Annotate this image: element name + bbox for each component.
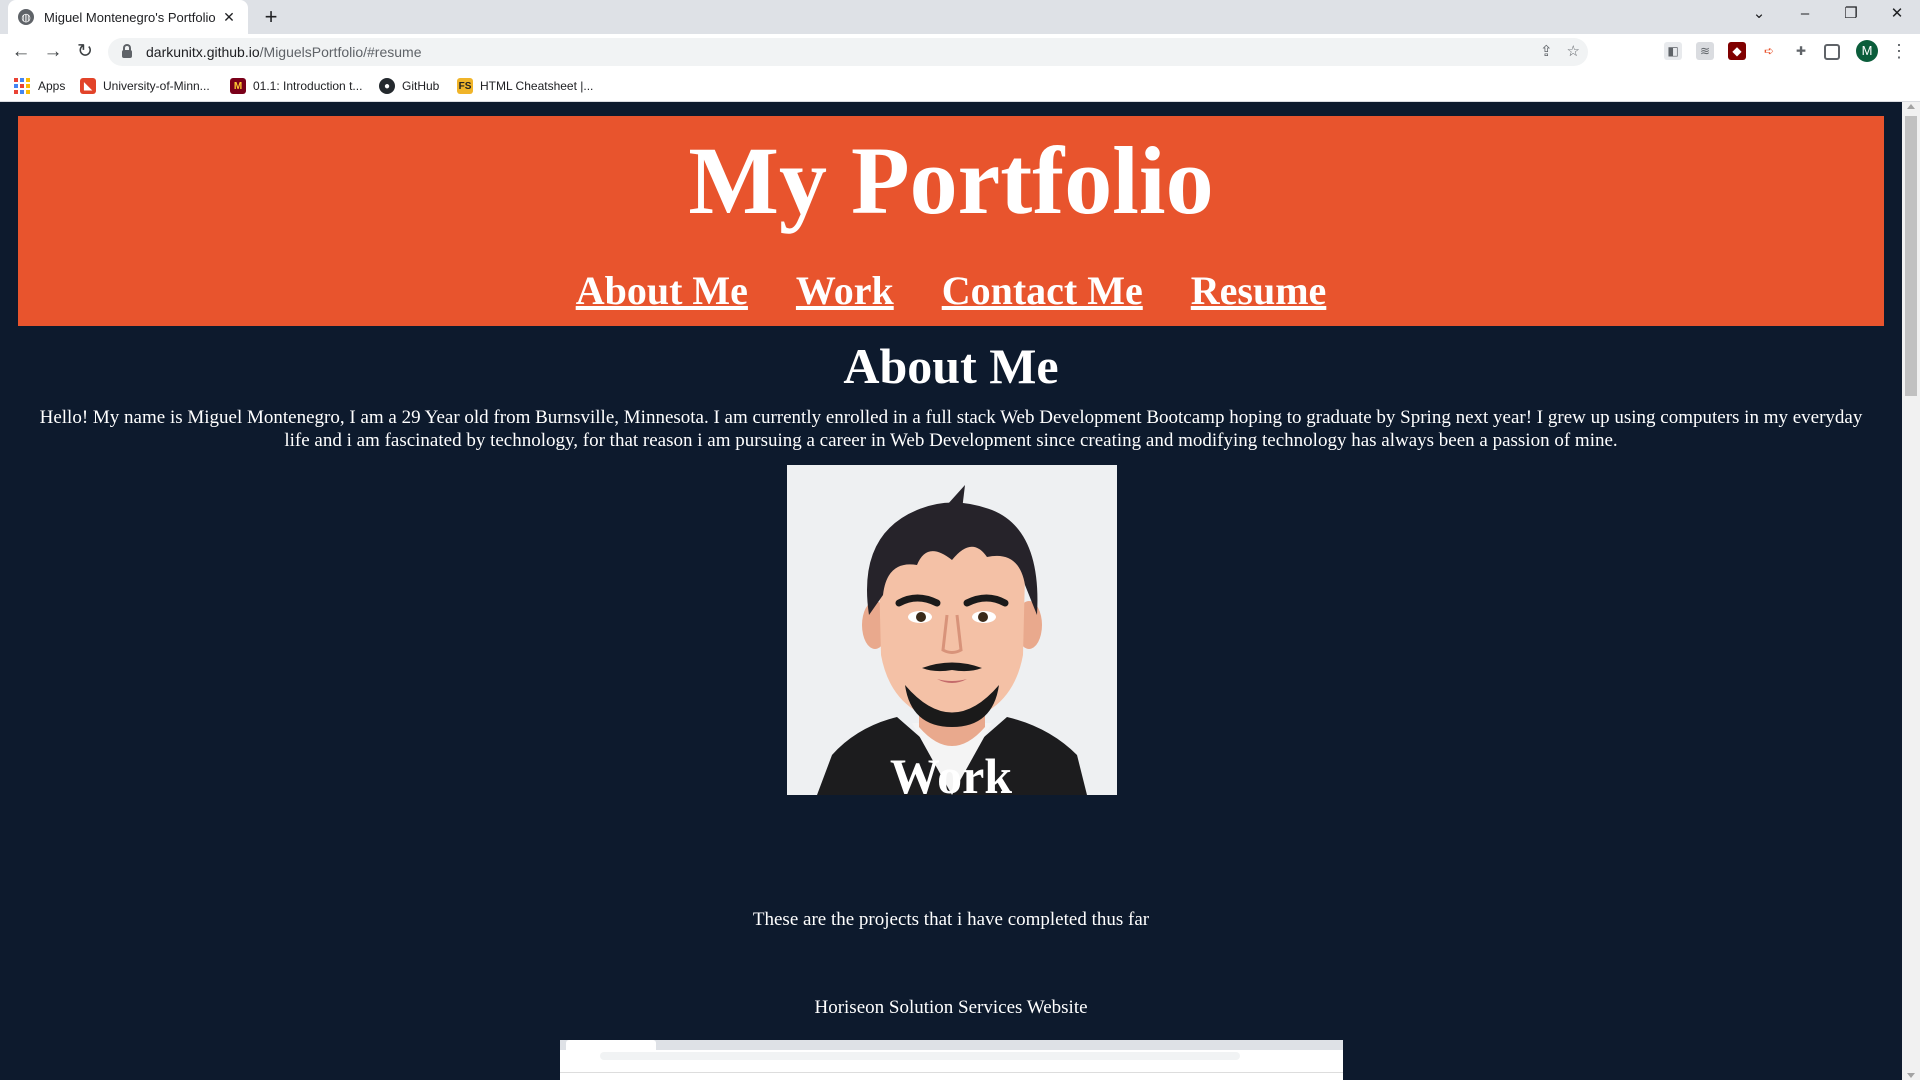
fs-icon: FS <box>457 78 473 94</box>
profile-avatar[interactable]: M <box>1856 40 1878 62</box>
bookmark-label: Apps <box>38 79 66 93</box>
about-text: Hello! My name is Miguel Montenegro, I a… <box>39 407 1863 451</box>
site-nav: About Me Work Contact Me Resume <box>18 268 1884 314</box>
github-icon: ● <box>379 78 395 94</box>
back-icon[interactable]: ← <box>8 39 34 65</box>
url-host: darkunitx.github.io <box>146 44 260 60</box>
tab-search-icon[interactable]: ⌄ <box>1736 0 1782 30</box>
work-heading: Work <box>889 748 1013 804</box>
url-path: /MiguelsPortfolio/#resume <box>259 44 422 60</box>
bookmark-label: 01.1: Introduction t... <box>253 79 363 93</box>
globe-icon: ◍ <box>18 9 34 25</box>
bookmark-label: HTML Cheatsheet |... <box>480 79 594 93</box>
apps-grid-icon <box>14 78 30 94</box>
scroll-up-icon[interactable] <box>1907 104 1915 109</box>
share-icon[interactable]: ⇪ <box>1540 40 1553 64</box>
address-bar[interactable]: darkunitx.github.io/MiguelsPortfolio/#re… <box>108 38 1588 66</box>
nav-link-contact-me[interactable]: Contact Me <box>942 268 1143 314</box>
site-header: My Portfolio About Me Work Contact Me Re… <box>18 116 1884 326</box>
bookmark-gitlab[interactable]: ◣ University-of-Minn... <box>80 76 210 96</box>
bookmark-html-cheatsheet[interactable]: FS HTML Cheatsheet |... <box>457 76 593 96</box>
minimize-icon[interactable]: – <box>1782 0 1828 30</box>
side-panel-icon[interactable] <box>1824 44 1840 60</box>
bookmark-label: University-of-Minn... <box>103 79 210 93</box>
project-title[interactable]: Horiseon Solution Services Website <box>0 996 1902 1020</box>
lock-icon <box>122 44 132 58</box>
extension-icon[interactable]: ◧ <box>1664 42 1682 60</box>
extension-icon[interactable]: ➪ <box>1760 42 1778 60</box>
menu-kebab-icon[interactable]: ⋮ <box>1890 41 1908 61</box>
bookmarks-bar: Apps ◣ University-of-Minn... M 01.1: Int… <box>0 70 1920 102</box>
umn-icon: M <box>230 78 246 94</box>
nav-link-resume[interactable]: Resume <box>1191 268 1327 314</box>
work-text: These are the projects that i have compl… <box>752 909 1150 930</box>
site-title: My Portfolio <box>688 127 1214 234</box>
browser-tab[interactable]: ◍ Miguel Montenegro's Portfolio ✕ <box>8 0 248 34</box>
bookmark-star-icon[interactable]: ☆ <box>1567 40 1580 64</box>
page-scrollbar[interactable] <box>1902 102 1920 1080</box>
tab-title: Miguel Montenegro's Portfolio <box>44 9 216 25</box>
new-tab-button[interactable]: + <box>258 4 284 30</box>
puzzle-icon[interactable]: ✚ <box>1792 42 1810 60</box>
url-text: darkunitx.github.io/MiguelsPortfolio/#re… <box>146 44 422 60</box>
nav-link-about-me[interactable]: About Me <box>576 268 748 314</box>
tab-close-icon[interactable]: ✕ <box>220 9 238 26</box>
screenshot-toolbar <box>560 1050 1343 1062</box>
forward-icon[interactable]: → <box>40 39 66 65</box>
bookmark-label: GitHub <box>402 79 440 93</box>
scrollbar-thumb[interactable] <box>1905 116 1917 396</box>
ublock-icon[interactable]: ◆ <box>1728 42 1746 60</box>
tab-strip: ◍ Miguel Montenegro's Portfolio ✕ + ⌄ – … <box>0 0 1920 34</box>
about-heading: About Me <box>843 338 1059 394</box>
gitlab-icon: ◣ <box>80 78 96 94</box>
bookmark-github[interactable]: ● GitHub <box>379 76 439 96</box>
bookmark-intro[interactable]: M 01.1: Introduction t... <box>230 76 362 96</box>
scroll-down-icon[interactable] <box>1907 1073 1915 1078</box>
screenshot-tabstrip <box>560 1040 1343 1050</box>
page-viewport: My Portfolio About Me Work Contact Me Re… <box>0 102 1902 1080</box>
restore-icon[interactable]: ❐ <box>1828 0 1874 30</box>
screenshot-bookmarks <box>560 1062 1343 1073</box>
project-screenshot[interactable] <box>560 1040 1343 1080</box>
extension-icon[interactable]: ≋ <box>1696 42 1714 60</box>
nav-link-work[interactable]: Work <box>796 268 894 314</box>
window-close-icon[interactable]: ✕ <box>1874 0 1920 30</box>
reload-icon[interactable]: ↻ <box>72 39 98 65</box>
browser-toolbar: ← → ↻ darkunitx.github.io/MiguelsPortfol… <box>0 34 1920 70</box>
bookmark-apps[interactable]: Apps <box>14 76 65 96</box>
